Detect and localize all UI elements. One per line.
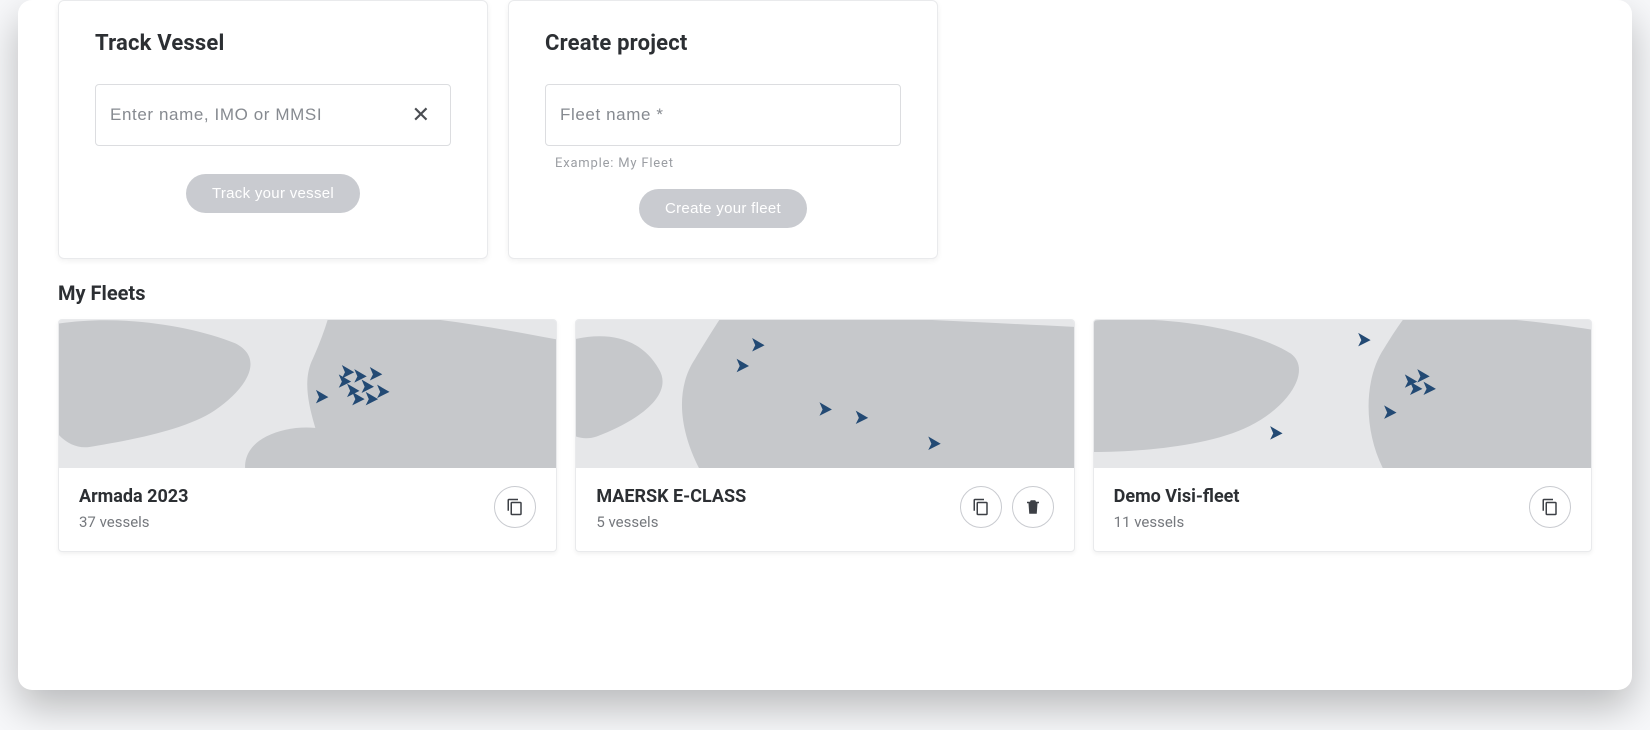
copy-icon — [1541, 498, 1559, 516]
fleet-name-input[interactable] — [560, 105, 886, 125]
fleet-card[interactable]: MAERSK E-CLASS 5 vessels — [575, 319, 1074, 552]
fleet-vessel-count: 11 vessels — [1114, 513, 1240, 531]
fleet-info: MAERSK E-CLASS 5 vessels — [576, 468, 1073, 551]
fleet-map-thumbnail — [576, 320, 1073, 468]
fleet-card[interactable]: Demo Visi-fleet 11 vessels — [1093, 319, 1592, 552]
fleet-name: MAERSK E-CLASS — [596, 486, 746, 507]
app-shell: Track Vessel ✕ Track your vessel Create … — [18, 0, 1632, 690]
copy-icon — [506, 498, 524, 516]
delete-fleet-button[interactable] — [1012, 486, 1054, 528]
fleet-info: Armada 2023 37 vessels — [59, 468, 556, 551]
fleet-map-thumbnail — [59, 320, 556, 468]
fleets-row: Armada 2023 37 vessels — [18, 319, 1632, 552]
trash-icon — [1024, 498, 1042, 516]
track-vessel-input[interactable] — [110, 105, 406, 125]
copy-fleet-button[interactable] — [494, 486, 536, 528]
my-fleets-title: My Fleets — [18, 259, 1632, 319]
fleet-name: Demo Visi-fleet — [1114, 486, 1240, 507]
close-icon: ✕ — [412, 102, 430, 127]
copy-fleet-button[interactable] — [1529, 486, 1571, 528]
fleet-map-thumbnail — [1094, 320, 1591, 468]
clear-input-button[interactable]: ✕ — [406, 98, 436, 132]
create-project-card: Create project Example: My Fleet Create … — [508, 0, 938, 259]
top-cards-row: Track Vessel ✕ Track your vessel Create … — [18, 0, 1632, 259]
track-vessel-button[interactable]: Track your vessel — [186, 174, 360, 213]
fleet-vessel-count: 5 vessels — [596, 513, 746, 531]
fleet-name-helper: Example: My Fleet — [555, 156, 901, 171]
fleet-name-input-wrap — [545, 84, 901, 146]
fleet-info: Demo Visi-fleet 11 vessels — [1094, 468, 1591, 551]
create-project-title: Create project — [545, 31, 901, 56]
track-vessel-title: Track Vessel — [95, 31, 451, 56]
copy-icon — [972, 498, 990, 516]
fleet-card[interactable]: Armada 2023 37 vessels — [58, 319, 557, 552]
track-vessel-input-wrap: ✕ — [95, 84, 451, 146]
copy-fleet-button[interactable] — [960, 486, 1002, 528]
fleet-name: Armada 2023 — [79, 486, 188, 507]
create-fleet-button[interactable]: Create your fleet — [639, 189, 807, 228]
fleet-vessel-count: 37 vessels — [79, 513, 188, 531]
track-vessel-card: Track Vessel ✕ Track your vessel — [58, 0, 488, 259]
